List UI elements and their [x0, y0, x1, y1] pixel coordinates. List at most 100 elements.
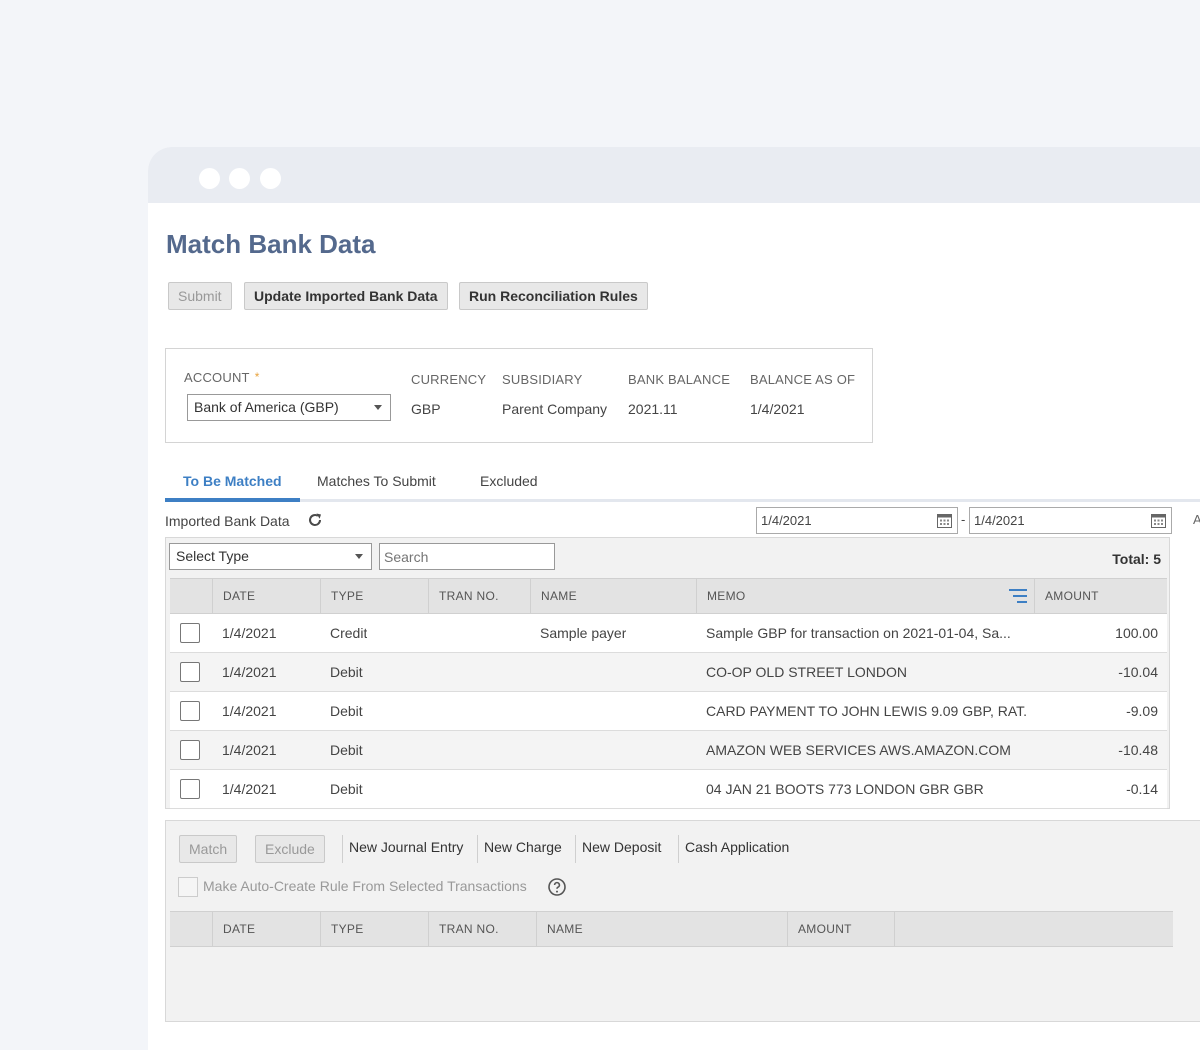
- bank-balance-value: 2021.11: [628, 401, 678, 417]
- row-checkbox[interactable]: [180, 701, 200, 721]
- window-titlebar: [148, 147, 1200, 203]
- header-tran-no[interactable]: TRAN NO.: [428, 912, 536, 946]
- subsidiary-value: Parent Company: [502, 401, 608, 417]
- cell-type: Credit: [330, 625, 368, 641]
- cell-type: Debit: [330, 664, 363, 680]
- currency-value: GBP: [411, 401, 441, 417]
- cell-amount: -10.04: [1118, 664, 1158, 680]
- bank-balance-label: BANK BALANCE: [628, 372, 731, 387]
- app-window: Match Bank Data Submit Update Imported B…: [148, 147, 1200, 1050]
- new-journal-entry-link[interactable]: New Journal Entry: [349, 839, 463, 855]
- account-select-value: Bank of America (GBP): [194, 399, 339, 415]
- cell-memo: CO-OP OLD STREET LONDON: [706, 664, 907, 680]
- header-name[interactable]: NAME: [530, 579, 696, 613]
- cell-amount: 100.00: [1115, 625, 1158, 641]
- type-select-value: Select Type: [176, 548, 249, 564]
- row-checkbox[interactable]: [180, 779, 200, 799]
- balance-as-of-label: BALANCE AS OF: [750, 372, 856, 387]
- row-checkbox[interactable]: [180, 662, 200, 682]
- total-count: Total: 5: [1112, 551, 1161, 567]
- table-row[interactable]: 1/4/2021 Debit AMAZON WEB SERVICES AWS.A…: [170, 731, 1167, 770]
- filter-icon[interactable]: [1008, 588, 1028, 604]
- cash-application-link[interactable]: Cash Application: [685, 839, 789, 855]
- table-row[interactable]: 1/4/2021 Debit 04 JAN 21 BOOTS 773 LONDO…: [170, 770, 1167, 809]
- cell-date: 1/4/2021: [222, 781, 277, 797]
- submit-button[interactable]: Submit: [168, 282, 232, 310]
- new-deposit-link[interactable]: New Deposit: [582, 839, 661, 855]
- refresh-icon[interactable]: [306, 511, 324, 529]
- divider: [575, 835, 576, 863]
- cut-off-label: A: [1193, 512, 1200, 527]
- table-row[interactable]: 1/4/2021 Credit Sample payer Sample GBP …: [170, 614, 1167, 653]
- header-date[interactable]: DATE: [212, 912, 320, 946]
- header-select-col: [170, 912, 212, 946]
- tab-excluded[interactable]: Excluded: [480, 473, 538, 489]
- help-icon[interactable]: [547, 877, 567, 897]
- row-checkbox[interactable]: [180, 623, 200, 643]
- account-select[interactable]: Bank of America (GBP): [187, 394, 391, 421]
- auto-create-rule-label: Make Auto-Create Rule From Selected Tran…: [203, 878, 527, 894]
- chevron-down-icon: [355, 554, 363, 559]
- calendar-icon[interactable]: [1151, 513, 1166, 528]
- cell-type: Debit: [330, 781, 363, 797]
- divider: [477, 835, 478, 863]
- run-reconciliation-rules-button[interactable]: Run Reconciliation Rules: [459, 282, 648, 310]
- date-from-value: 1/4/2021: [761, 513, 812, 528]
- account-label-text: ACCOUNT: [184, 370, 250, 385]
- required-marker: *: [254, 370, 260, 384]
- header-amount[interactable]: AMOUNT: [787, 912, 895, 946]
- currency-label: CURRENCY: [411, 372, 487, 387]
- transactions-grid-header: DATE TYPE TRAN NO. NAME AMOUNT: [170, 911, 1173, 947]
- date-range-separator: -: [961, 512, 966, 527]
- header-type[interactable]: TYPE: [320, 579, 428, 613]
- imported-bank-data-label: Imported Bank Data: [165, 513, 290, 529]
- type-select[interactable]: Select Type: [169, 543, 372, 570]
- update-imported-bank-data-button[interactable]: Update Imported Bank Data: [244, 282, 448, 310]
- header-amount[interactable]: AMOUNT: [1034, 579, 1167, 613]
- page-title: Match Bank Data: [166, 229, 376, 259]
- cell-memo: Sample GBP for transaction on 2021-01-04…: [706, 625, 1011, 641]
- window-dot-icon: [199, 168, 220, 189]
- table-row[interactable]: 1/4/2021 Debit CARD PAYMENT TO JOHN LEWI…: [170, 692, 1167, 731]
- chevron-down-icon: [374, 405, 382, 410]
- header-name[interactable]: NAME: [536, 912, 787, 946]
- balance-as-of-value: 1/4/2021: [750, 401, 805, 417]
- header-select-col: [170, 579, 212, 613]
- header-type[interactable]: TYPE: [320, 912, 428, 946]
- window-dot-icon: [229, 168, 250, 189]
- date-to-input[interactable]: 1/4/2021: [969, 507, 1172, 534]
- cell-memo: CARD PAYMENT TO JOHN LEWIS 9.09 GBP, RAT…: [706, 703, 1026, 719]
- header-memo[interactable]: MEMO: [696, 579, 1034, 613]
- auto-create-rule-checkbox[interactable]: [178, 877, 198, 897]
- row-checkbox[interactable]: [180, 740, 200, 760]
- new-charge-link[interactable]: New Charge: [484, 839, 562, 855]
- subsidiary-label: SUBSIDIARY: [502, 372, 583, 387]
- header-date[interactable]: DATE: [212, 579, 320, 613]
- active-tab-indicator: [165, 498, 300, 502]
- calendar-icon[interactable]: [937, 513, 952, 528]
- date-from-input[interactable]: 1/4/2021: [756, 507, 958, 534]
- cell-amount: -10.48: [1118, 742, 1158, 758]
- header-tran-no[interactable]: TRAN NO.: [428, 579, 530, 613]
- window-dot-icon: [260, 168, 281, 189]
- cell-memo: AMAZON WEB SERVICES AWS.AMAZON.COM: [706, 742, 1011, 758]
- cell-amount: -9.09: [1126, 703, 1158, 719]
- cell-date: 1/4/2021: [222, 664, 277, 680]
- cell-date: 1/4/2021: [222, 625, 277, 641]
- imported-data-grid: Select Type Total: 5 DATE TYPE TRAN NO. …: [165, 537, 1170, 809]
- account-label: ACCOUNT *: [184, 370, 260, 385]
- cell-type: Debit: [330, 703, 363, 719]
- divider: [678, 835, 679, 863]
- date-to-value: 1/4/2021: [974, 513, 1025, 528]
- cell-type: Debit: [330, 742, 363, 758]
- cell-memo: 04 JAN 21 BOOTS 773 LONDON GBR GBR: [706, 781, 984, 797]
- tab-matches-to-submit[interactable]: Matches To Submit: [317, 473, 436, 489]
- match-button[interactable]: Match: [179, 835, 238, 863]
- exclude-button[interactable]: Exclude: [255, 835, 325, 863]
- tab-to-be-matched[interactable]: To Be Matched: [183, 473, 282, 489]
- table-row[interactable]: 1/4/2021 Debit CO-OP OLD STREET LONDON -…: [170, 653, 1167, 692]
- cell-date: 1/4/2021: [222, 742, 277, 758]
- tab-bar: To Be Matched Matches To Submit Excluded: [165, 465, 1200, 502]
- account-info-panel: ACCOUNT * Bank of America (GBP) CURRENCY …: [165, 348, 873, 443]
- search-input[interactable]: [379, 543, 555, 570]
